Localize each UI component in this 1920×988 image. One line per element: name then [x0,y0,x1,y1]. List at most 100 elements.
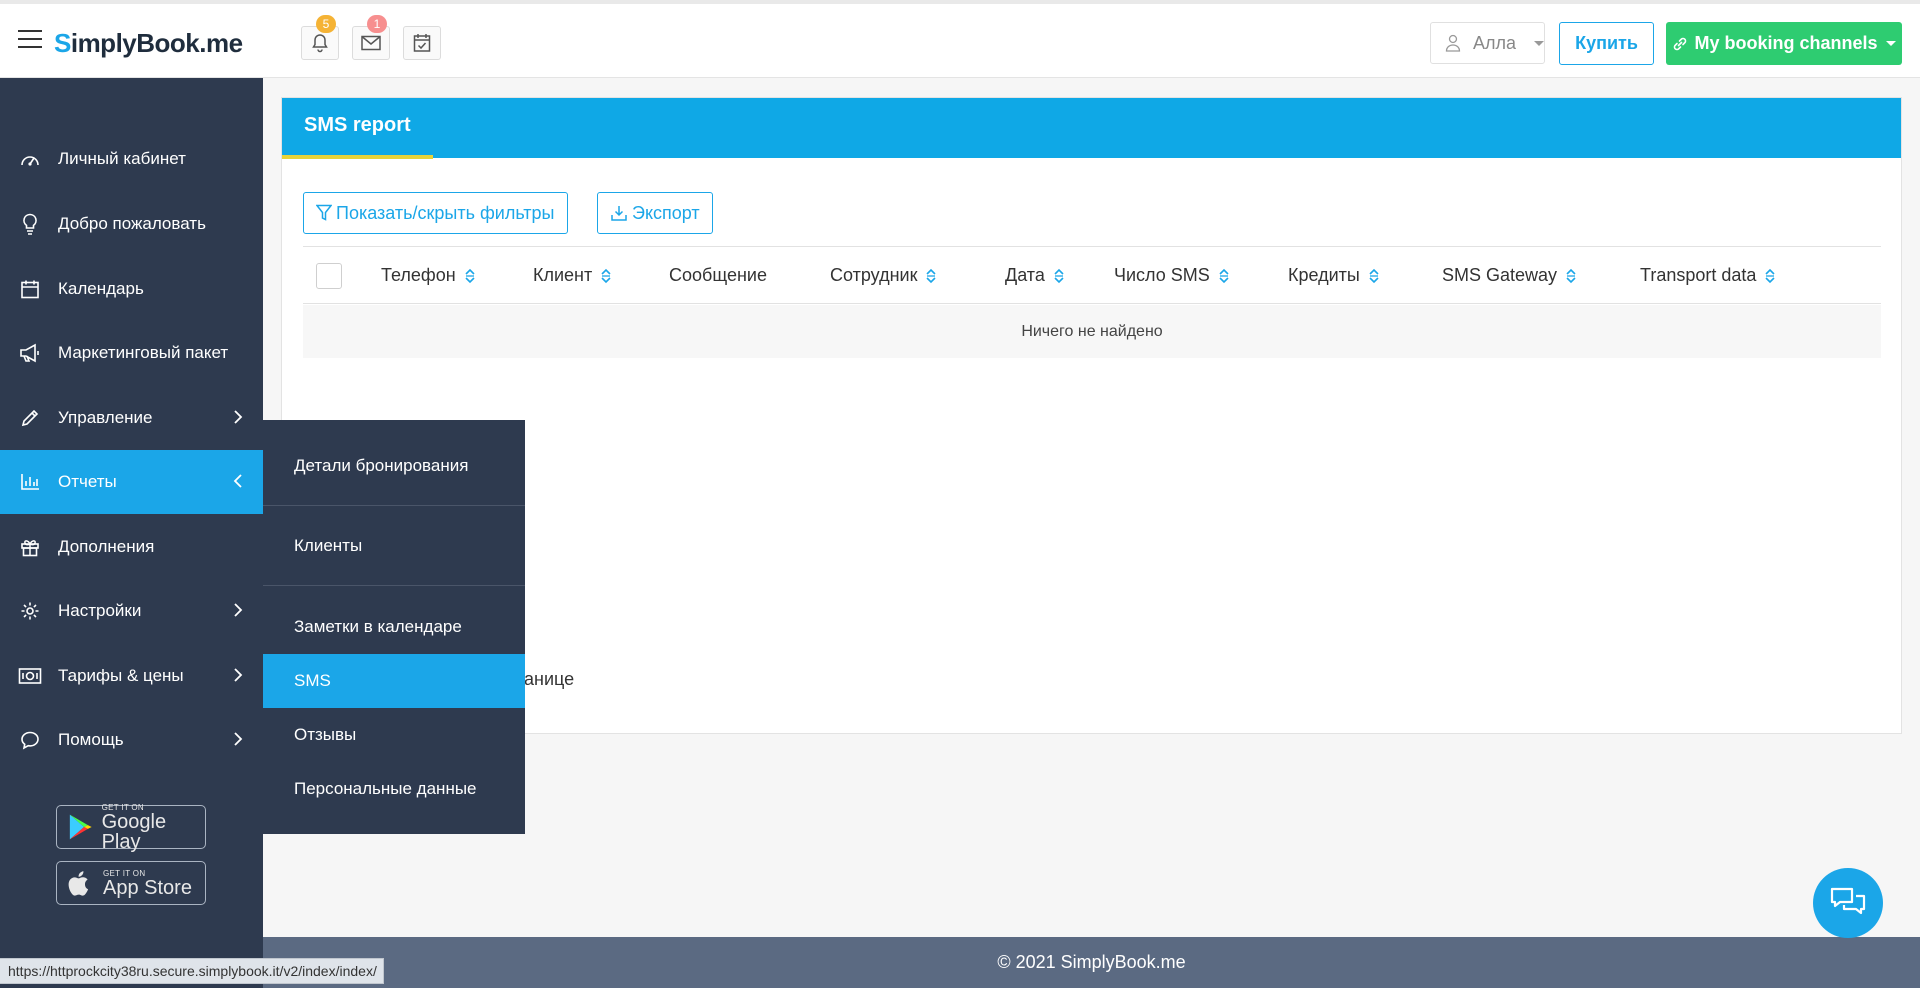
user-icon [1445,34,1461,52]
pencil-icon [18,406,42,430]
table-header: Телефон Клиент Сообщение Сотрудник Дата … [303,247,1881,304]
hamburger-menu-icon[interactable] [18,30,42,50]
dashboard-icon [18,147,42,171]
sidebar-item-welcome[interactable]: Добро пожаловать [0,192,263,256]
calendar-check-icon [413,34,431,52]
column-date[interactable]: Дата [1005,265,1065,286]
submenu-item-sms[interactable]: SMS [263,654,525,708]
column-label: Телефон [381,265,456,285]
page-title: SMS report [304,114,411,136]
submenu-item-label: Персональные данные [294,779,477,798]
sidebar-item-label: Дополнения [58,537,155,556]
top-bar: SimplyBook.me 5 1 Алла Купить My booking… [0,0,1920,78]
logo[interactable]: SimplyBook.me [54,28,243,59]
sidebar-item-label: Помощь [58,730,124,749]
sidebar-item-management[interactable]: Управление [0,386,263,450]
live-chat-button[interactable] [1813,868,1883,938]
sidebar-item-pricing[interactable]: Тарифы & цены [0,644,263,708]
column-transport-data[interactable]: Transport data [1640,265,1776,286]
column-label: Кредиты [1288,265,1360,285]
browser-status-url: https://httprockcity38ru.secure.simplybo… [0,958,384,984]
submenu-item-personal-data[interactable]: Персональные данные [263,762,525,816]
chevron-right-icon [234,668,243,682]
bar-chart-icon [18,470,42,494]
envelope-icon [361,35,381,51]
sidebar-item-help[interactable]: Помощь [0,708,263,772]
column-label: Дата [1005,265,1045,285]
sort-icon [601,268,611,283]
buy-button[interactable]: Купить [1559,22,1654,65]
sidebar-item-addons[interactable]: Дополнения [0,515,263,579]
messages-button[interactable]: 1 [352,15,390,60]
sort-icon [1566,268,1576,283]
export-icon [611,206,627,221]
booking-channels-button[interactable]: My booking channels [1666,22,1902,65]
sort-icon [1054,268,1064,283]
column-label: Сотрудник [830,265,918,285]
user-name: Алла [1472,32,1516,53]
google-play-button[interactable]: GET IT ON Google Play [56,803,206,852]
empty-row: Ничего не найдено [303,305,1881,358]
title-underline [282,155,433,159]
sort-icon [1369,268,1379,283]
submenu-item-clients[interactable]: Клиенты [263,512,525,580]
chat-bubble-icon [18,728,42,752]
submenu-item-booking-details[interactable]: Детали бронирования [263,432,525,500]
gear-icon [18,599,42,623]
notifications-button[interactable]: 5 [301,15,339,60]
copyright: © 2021 SimplyBook.me [997,952,1186,972]
sidebar-item-reports[interactable]: Отчеты [0,450,263,514]
column-label: Клиент [533,265,593,285]
megaphone-icon [18,341,42,365]
calendar-icon [18,277,42,301]
booking-channels-label: My booking channels [1694,33,1878,53]
user-dropdown[interactable]: Алла [1430,22,1545,64]
chevron-right-icon [234,410,243,424]
submenu-divider [263,505,525,506]
money-icon [18,664,42,688]
chevron-down-icon [1885,41,1896,46]
column-employee[interactable]: Сотрудник [830,265,937,286]
chevron-down-icon [1534,40,1544,46]
column-label: Число SMS [1114,265,1210,285]
submenu-item-label: Отзывы [294,725,357,744]
sort-icon [1765,268,1775,283]
submenu-item-label: SMS [294,671,331,690]
select-all-checkbox[interactable] [316,263,342,289]
submenu-item-calendar-notes[interactable]: Заметки в календаре [263,593,525,661]
filter-icon [316,204,332,221]
column-credits[interactable]: Кредиты [1288,265,1380,286]
submenu-item-reviews[interactable]: Отзывы [263,708,525,762]
chevron-left-icon [233,474,242,488]
column-sms-gateway[interactable]: SMS Gateway [1442,265,1577,286]
column-phone[interactable]: Телефон [381,265,476,286]
column-sms-count[interactable]: Число SMS [1114,265,1230,286]
google-play-icon [69,814,92,840]
chat-icon [1830,887,1866,915]
lightbulb-icon [18,212,42,236]
submenu-item-label: Клиенты [294,536,363,555]
pagination-text: анице [524,669,575,689]
sidebar-item-dashboard[interactable]: Личный кабинет [0,127,263,191]
export-label: Экспорт [632,202,700,223]
bookings-button[interactable] [403,26,441,60]
sort-icon [926,268,937,283]
column-client[interactable]: Клиент [533,265,612,286]
sidebar-item-marketing[interactable]: Маркетинговый пакет [0,321,263,385]
export-button[interactable]: Экспорт [597,192,713,234]
app-store-button[interactable]: GET IT ON App Store [56,861,206,905]
column-message: Сообщение [669,265,767,286]
column-label: Transport data [1640,265,1757,285]
notifications-badge: 5 [316,15,336,33]
toggle-filters-button[interactable]: Показать/скрыть фильтры [303,192,568,234]
sidebar-item-label: Управление [58,408,153,427]
sidebar-item-settings[interactable]: Настройки [0,579,263,643]
submenu-item-label: Детали бронирования [294,456,469,475]
bell-icon [312,34,328,53]
toggle-filters-label: Показать/скрыть фильтры [336,202,555,223]
sidebar-item-label: Настройки [58,601,142,620]
sidebar-item-label: Личный кабинет [58,149,186,168]
submenu-divider [263,585,525,586]
sidebar-item-calendar[interactable]: Календарь [0,257,263,321]
messages-badge: 1 [367,15,387,33]
